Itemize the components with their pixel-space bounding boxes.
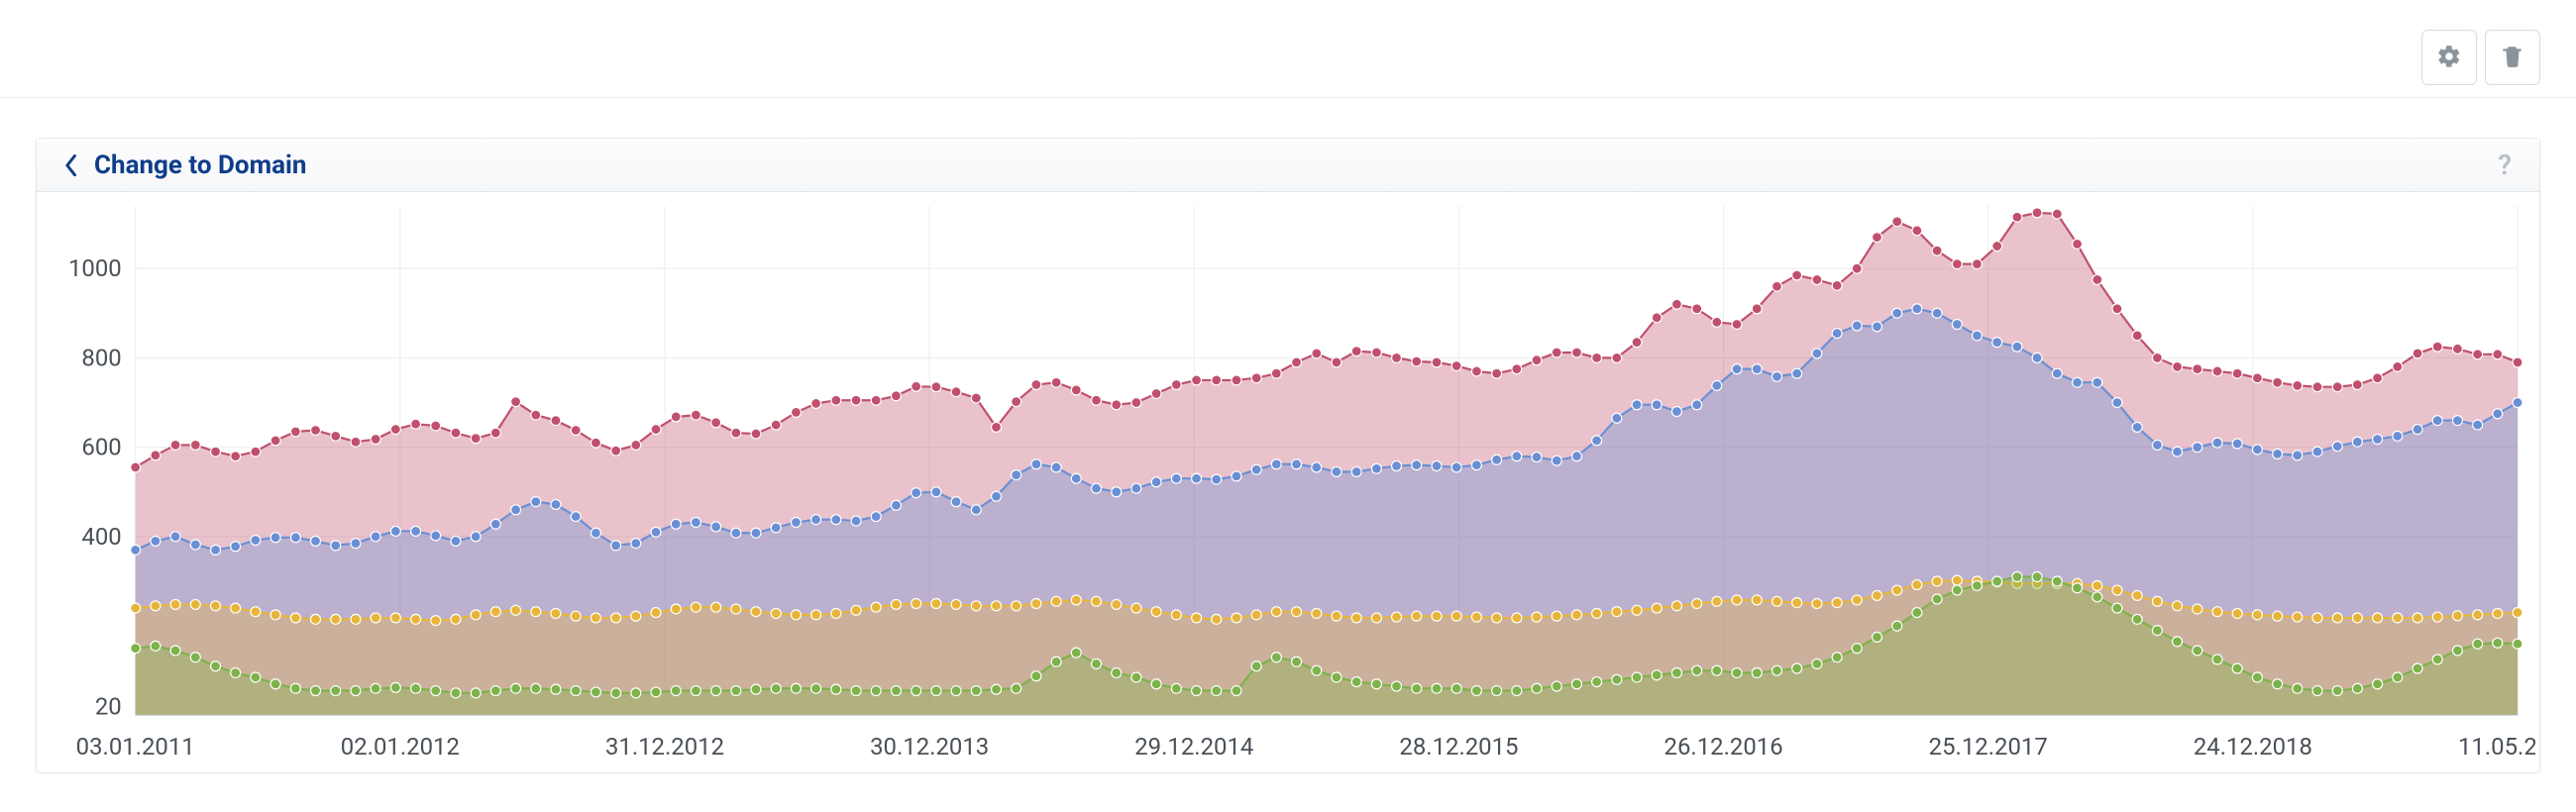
svg-text:03.01.2011: 03.01.2011: [76, 733, 195, 761]
panel-title-text: Change to Domain: [94, 151, 306, 180]
delete-button[interactable]: [2485, 30, 2540, 85]
svg-text:20: 20: [95, 692, 122, 720]
chart-area[interactable]: 20 400 600 800 1000 03.01.2011 02.01.2012 31.12…: [37, 192, 2539, 772]
gear-icon: [2436, 44, 2462, 72]
svg-text:28.12.2015: 28.12.2015: [1399, 733, 1518, 761]
svg-text:11.05.2020: 11.05.2020: [2458, 733, 2535, 761]
svg-text:26.12.2016: 26.12.2016: [1664, 733, 1783, 761]
svg-text:25.12.2017: 25.12.2017: [1929, 733, 2048, 761]
chevron-left-icon: [64, 154, 78, 176]
svg-text:600: 600: [81, 434, 121, 461]
svg-text:800: 800: [81, 344, 121, 371]
panel-header: Change to Domain ?: [37, 139, 2539, 192]
svg-text:24.12.2018: 24.12.2018: [2194, 733, 2312, 761]
settings-button[interactable]: [2421, 30, 2477, 85]
visibility-chart: 20 400 600 800 1000 03.01.2011 02.01.2012 31.12…: [37, 200, 2535, 772]
svg-text:1000: 1000: [68, 254, 122, 282]
top-toolbar: [0, 0, 2576, 98]
svg-text:30.12.2013: 30.12.2013: [870, 733, 989, 761]
svg-text:31.12.2012: 31.12.2012: [605, 733, 724, 761]
svg-text:400: 400: [81, 523, 121, 551]
chart-panel: Change to Domain ? 20 400 600 800 1000 03.01.…: [36, 138, 2540, 773]
svg-text:29.12.2014: 29.12.2014: [1134, 733, 1253, 761]
help-icon[interactable]: ?: [2498, 149, 2512, 181]
change-to-domain-link[interactable]: Change to Domain: [64, 151, 306, 180]
svg-text:02.01.2012: 02.01.2012: [341, 733, 460, 761]
trash-icon: [2500, 44, 2525, 72]
